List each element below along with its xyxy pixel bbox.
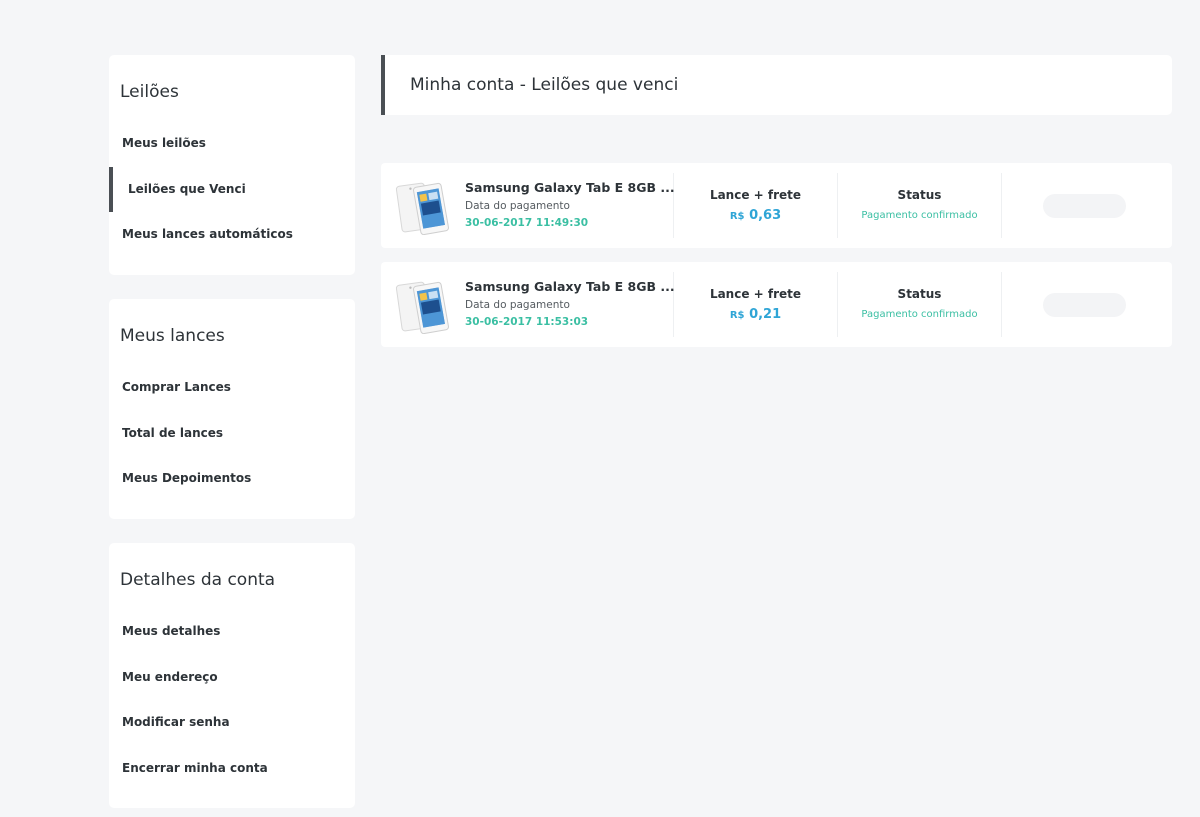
- sidebar-item-total-de-lances[interactable]: Total de lances: [109, 411, 355, 457]
- tablet-image[interactable]: [395, 276, 453, 334]
- auction-row: Samsung Galaxy Tab E 8GB ... Data do pag…: [381, 163, 1172, 248]
- price-amount: 0,21: [749, 307, 782, 322]
- price-amount: 0,63: [749, 208, 782, 223]
- status-label: Status: [897, 188, 942, 202]
- sidebar-item-comprar-lances[interactable]: Comprar Lances: [109, 365, 355, 411]
- sidebar-item-meus-detalhes[interactable]: Meus detalhes: [109, 609, 355, 655]
- auction-row: Samsung Galaxy Tab E 8GB ... Data do pag…: [381, 262, 1172, 347]
- currency-symbol: R$: [729, 211, 745, 222]
- sidebar-item-encerrar-minha-conta[interactable]: Encerrar minha conta: [109, 746, 355, 792]
- status-badge: Pagamento confirmado: [861, 309, 978, 320]
- status-label: Status: [897, 287, 942, 301]
- payment-date: 30-06-2017 11:53:03: [465, 316, 589, 328]
- sidebar-item-meus-lances-automaticos[interactable]: Meus lances automáticos: [109, 212, 355, 258]
- payment-date-label: Data do pagamento: [465, 299, 570, 311]
- page-title: Minha conta - Leilões que venci: [381, 55, 1172, 115]
- tablet-image[interactable]: [395, 177, 453, 235]
- price-label: Lance + frete: [709, 287, 802, 301]
- product-cell: Samsung Galaxy Tab E 8GB ... Data do pag…: [381, 272, 675, 337]
- price-label: Lance + frete: [709, 188, 802, 202]
- sidebar-item-meus-depoimentos[interactable]: Meus Depoimentos: [109, 456, 355, 502]
- payment-date-label: Data do pagamento: [465, 200, 570, 212]
- section-title: Detalhes da conta: [120, 570, 276, 590]
- action-button-placeholder[interactable]: [1043, 293, 1126, 317]
- sidebar-item-meus-leiloes[interactable]: Meus leilões: [109, 121, 355, 167]
- sidebar: Leilões Meus leilões Leilões que Venci M…: [109, 55, 355, 817]
- action-cell: [1002, 262, 1172, 347]
- price-value: R$ 0,21: [674, 307, 837, 322]
- product-name[interactable]: Samsung Galaxy Tab E 8GB ...: [465, 180, 675, 195]
- product-name[interactable]: Samsung Galaxy Tab E 8GB ...: [465, 279, 675, 294]
- sidebar-section-meus-lances: Meus lances Comprar Lances Total de lanc…: [109, 299, 355, 519]
- product-cell: Samsung Galaxy Tab E 8GB ... Data do pag…: [381, 173, 675, 238]
- status-cell: Status Pagamento confirmado: [838, 272, 1002, 337]
- auction-list: Samsung Galaxy Tab E 8GB ... Data do pag…: [381, 163, 1172, 347]
- section-title: Leilões: [120, 82, 179, 102]
- currency-symbol: R$: [729, 310, 745, 321]
- sidebar-item-meu-endereco[interactable]: Meu endereço: [109, 655, 355, 701]
- price-value: R$ 0,63: [674, 208, 837, 223]
- price-cell: Lance + frete R$ 0,63: [674, 173, 838, 238]
- status-badge: Pagamento confirmado: [861, 210, 978, 221]
- payment-date: 30-06-2017 11:49:30: [465, 217, 589, 229]
- action-button-placeholder[interactable]: [1043, 194, 1126, 218]
- main-content: Minha conta - Leilões que venci Samsung …: [381, 55, 1172, 361]
- price-cell: Lance + frete R$ 0,21: [674, 272, 838, 337]
- section-title: Meus lances: [120, 326, 225, 346]
- sidebar-item-leiloes-que-venci[interactable]: Leilões que Venci: [109, 166, 355, 213]
- status-cell: Status Pagamento confirmado: [838, 173, 1002, 238]
- action-cell: [1002, 163, 1172, 248]
- sidebar-section-leiloes: Leilões Meus leilões Leilões que Venci M…: [109, 55, 355, 275]
- sidebar-section-detalhes-da-conta: Detalhes da conta Meus detalhes Meu ende…: [109, 543, 355, 808]
- sidebar-item-modificar-senha[interactable]: Modificar senha: [109, 700, 355, 746]
